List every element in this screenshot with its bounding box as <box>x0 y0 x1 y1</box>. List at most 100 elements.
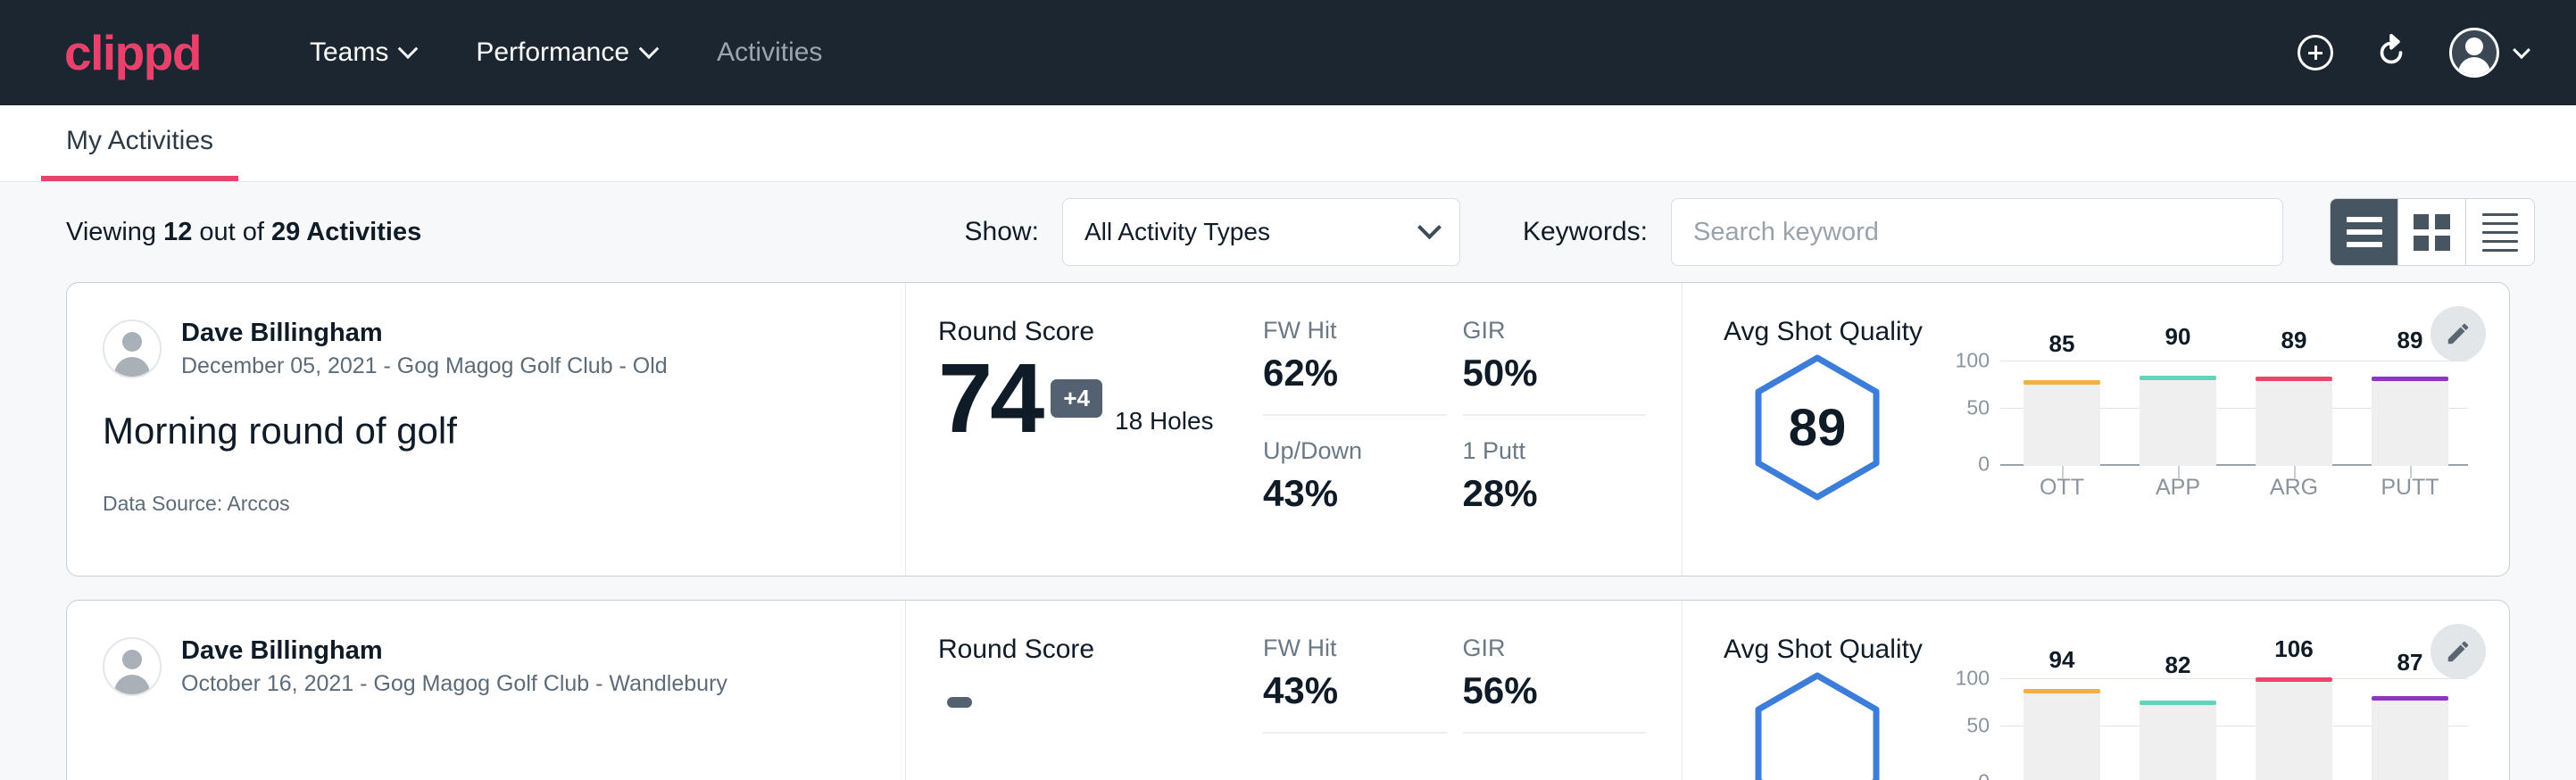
activity-info-column: Dave Billingham December 05, 2021 - Gog … <box>67 283 906 576</box>
list-view-icon <box>2347 217 2382 247</box>
nav-item-performance-label: Performance <box>476 37 629 68</box>
view-mode-grid-button[interactable] <box>2398 199 2466 265</box>
shot-quality-body: 100 50 0 94 82 <box>1724 670 2468 780</box>
stat-fw-hit: FW Hit 62% <box>1263 317 1447 416</box>
holes-played: 18 Holes <box>1115 407 1214 436</box>
stat-one-putt <box>1463 734 1647 762</box>
keywords-label: Keywords: <box>1523 217 1648 247</box>
avatar <box>103 319 162 378</box>
activity-meta: October 16, 2021 - Gog Magog Golf Club -… <box>181 669 727 699</box>
nav-item-teams[interactable]: Teams <box>279 37 445 68</box>
shot-quality-bar-chart: 100 50 0 94 82 <box>1941 678 2468 780</box>
stat-gir: GIR 50% <box>1463 317 1647 416</box>
chart-y-tick-100: 100 <box>1956 349 1990 373</box>
hexagon-icon <box>1750 670 1884 780</box>
search-input-placeholder: Search keyword <box>1693 218 1879 247</box>
bar-ott-tick <box>2062 466 2064 478</box>
chart-x-label-arg: ARG <box>2236 475 2352 501</box>
stat-gir-label: GIR <box>1463 635 1647 662</box>
bar-app: 90 <box>2120 361 2236 466</box>
view-mode-list-button[interactable] <box>2331 199 2398 265</box>
viewing-mid: out of <box>192 218 271 246</box>
bar-arg-rect <box>2256 682 2332 780</box>
chart-plot-area: 85 90 89 <box>2004 361 2468 466</box>
activity-card-list: Dave Billingham December 05, 2021 - Gog … <box>0 282 2576 780</box>
avg-shot-quality-label: Avg Shot Quality <box>1724 317 2468 347</box>
bar-putt-value: 87 <box>2397 649 2423 676</box>
chevron-down-icon <box>398 38 419 59</box>
chart-x-axis: OTT APP ARG PUTT <box>2004 475 2468 501</box>
bar-arg-rect <box>2256 381 2332 466</box>
viewing-total: 29 Activities <box>271 218 421 246</box>
activity-card[interactable]: Dave Billingham December 05, 2021 - Gog … <box>66 282 2510 577</box>
nav-item-activities[interactable]: Activities <box>686 37 852 68</box>
search-input[interactable]: Search keyword <box>1671 198 2283 266</box>
chart-plot-area: 94 82 106 <box>2004 678 2468 780</box>
tab-my-activities[interactable]: My Activities <box>41 126 238 181</box>
activity-type-select[interactable]: All Activity Types <box>1062 198 1460 266</box>
viewing-prefix: Viewing <box>66 218 163 246</box>
edit-pencil-icon <box>2445 320 2472 347</box>
nav-item-performance[interactable]: Performance <box>445 37 686 68</box>
edit-pencil-icon <box>2445 638 2472 665</box>
activity-info-column: Dave Billingham October 16, 2021 - Gog M… <box>67 601 906 780</box>
activity-meta: December 05, 2021 - Gog Magog Golf Club … <box>181 352 668 381</box>
chart-y-tick-100: 100 <box>1956 667 1990 691</box>
chart-x-label-putt: PUTT <box>2352 475 2468 501</box>
stat-up-down <box>1263 734 1447 762</box>
bar-putt-tick <box>2410 466 2412 478</box>
bar-app: 82 <box>2120 678 2236 780</box>
round-stats-grid: FW Hit 62% GIR 50% Up/Down 43% 1 Putt 28… <box>1263 317 1646 515</box>
edit-activity-button[interactable] <box>2431 306 2486 361</box>
stat-one-putt-label: 1 Putt <box>1463 437 1647 465</box>
bar-ott-rect <box>2023 693 2100 780</box>
chart-y-tick-0: 0 <box>1978 452 1990 477</box>
shot-quality-column: Avg Shot Quality 89 100 50 0 <box>1683 283 2509 576</box>
chevron-down-icon <box>639 38 660 59</box>
app-logo[interactable]: clippd <box>64 29 201 78</box>
bar-arg-tick <box>2294 466 2296 478</box>
chevron-down-icon <box>2513 41 2530 59</box>
round-score-row <box>938 670 1263 708</box>
stat-fw-hit: FW Hit 43% <box>1263 635 1447 734</box>
filter-controls: Show: All Activity Types Keywords: Searc… <box>965 198 2535 266</box>
chevron-down-icon <box>1417 215 1442 239</box>
view-mode-compact-button[interactable] <box>2466 199 2534 265</box>
keyword-filter: Keywords: Search keyword <box>1523 198 2283 266</box>
show-label: Show: <box>965 217 1039 247</box>
bar-ott-rect <box>2023 385 2100 466</box>
avg-shot-quality-label: Avg Shot Quality <box>1724 635 2468 665</box>
bar-putt: 89 <box>2352 361 2468 466</box>
nav-actions <box>2298 28 2528 78</box>
chart-y-tick-50: 50 <box>1966 714 1990 738</box>
activity-title: Morning round of golf <box>103 410 869 452</box>
viewing-count: 12 <box>163 218 192 246</box>
score-to-par-badge: +4 <box>1051 379 1102 418</box>
stat-fw-hit-value: 62% <box>1263 352 1447 394</box>
shot-quality-column: Avg Shot Quality 100 50 0 <box>1683 601 2509 780</box>
round-score-label: Round Score <box>938 317 1263 347</box>
grid-view-icon <box>2414 214 2450 251</box>
primary-nav: Teams Performance Activities <box>279 37 852 68</box>
edit-activity-button[interactable] <box>2431 624 2486 679</box>
stat-one-putt-value: 28% <box>1463 472 1647 515</box>
refresh-icon[interactable] <box>2372 34 2410 71</box>
stat-gir: GIR 56% <box>1463 635 1647 734</box>
activity-card[interactable]: Dave Billingham October 16, 2021 - Gog M… <box>66 600 2510 780</box>
round-score-column: Round Score 74 +4 18 Holes <box>906 283 1263 576</box>
plus-circle-icon[interactable] <box>2298 35 2333 71</box>
account-avatar-icon <box>2449 28 2499 78</box>
account-menu[interactable] <box>2449 28 2528 78</box>
chart-y-tick-50: 50 <box>1966 396 1990 420</box>
stat-gir-value: 56% <box>1463 669 1647 712</box>
round-score-column: Round Score <box>906 601 1263 780</box>
chart-y-tick-0: 0 <box>1978 770 1990 780</box>
tab-bar: My Activities <box>0 105 2576 182</box>
stat-gir-value: 50% <box>1463 352 1647 394</box>
stat-up-down: Up/Down 43% <box>1263 416 1447 515</box>
bar-ott: 85 <box>2004 361 2120 466</box>
stat-up-down-label: Up/Down <box>1263 437 1447 465</box>
round-score-label: Round Score <box>938 635 1263 665</box>
stat-fw-hit-label: FW Hit <box>1263 635 1447 662</box>
round-stats-column: FW Hit 62% GIR 50% Up/Down 43% 1 Putt 28… <box>1263 283 1683 576</box>
